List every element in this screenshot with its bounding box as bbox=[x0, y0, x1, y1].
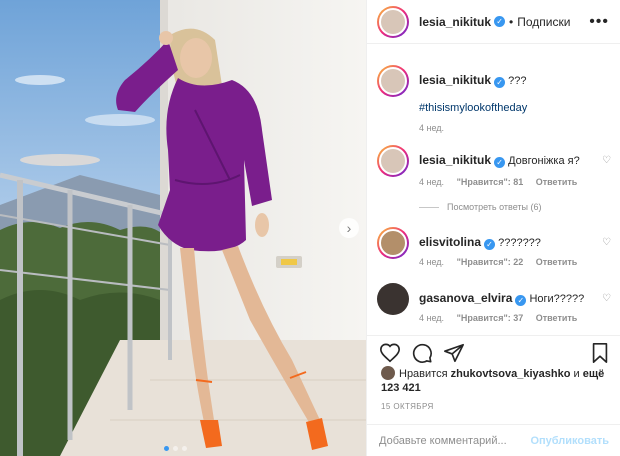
caption-hashtag[interactable]: #thisismylookoftheday bbox=[419, 101, 594, 116]
header-separator: • bbox=[509, 14, 514, 29]
liker-avatar bbox=[381, 366, 395, 380]
post-header: lesia_nikituk ✓ • Подписки ••• bbox=[367, 0, 620, 44]
publish-button[interactable]: Опубликовать bbox=[530, 435, 609, 447]
more-horizontal-icon[interactable]: ••• bbox=[589, 13, 609, 31]
verified-icon: ✓ bbox=[484, 239, 496, 250]
comment-time: 4 нед. bbox=[419, 257, 445, 267]
comment-avatar[interactable] bbox=[377, 145, 409, 177]
post-actions: Нравится zhukovtsova_kiyashko и ещё 123 … bbox=[367, 335, 620, 455]
reply-button[interactable]: Ответить bbox=[536, 177, 578, 187]
carousel-dot-active bbox=[164, 446, 169, 451]
comment-likes-count[interactable]: "Нравится": 22 bbox=[457, 257, 524, 267]
verified-icon: ✓ bbox=[515, 295, 527, 306]
carousel-dot bbox=[173, 446, 178, 451]
comment-likes-count[interactable]: "Нравится": 81 bbox=[457, 177, 524, 187]
comment-text: ??????? bbox=[498, 237, 541, 249]
caption-text: ??? bbox=[508, 75, 527, 87]
comment-username[interactable]: lesia_nikituk bbox=[419, 153, 491, 167]
comment-time: 4 нед. bbox=[419, 313, 445, 323]
comment-meta: 4 нед. "Нравится": 22 Ответить bbox=[419, 257, 587, 267]
verified-icon: ✓ bbox=[494, 157, 506, 168]
bookmark-icon[interactable] bbox=[589, 342, 611, 364]
likes-prefix: Нравится bbox=[399, 368, 448, 380]
comment-icon[interactable] bbox=[411, 342, 433, 364]
view-replies-button[interactable]: Посмотреть ответы (6) bbox=[419, 202, 542, 212]
comment-text: Ноги????? bbox=[529, 293, 585, 305]
comment-username[interactable]: gasanova_elvira bbox=[419, 291, 512, 305]
reply-button[interactable]: Ответить bbox=[536, 313, 578, 323]
comment-like-heart-icon[interactable]: ♡ bbox=[602, 237, 611, 248]
caption-avatar[interactable] bbox=[377, 65, 409, 97]
next-photo-chevron-right-icon[interactable]: › bbox=[339, 218, 359, 238]
comment-meta: 4 нед. "Нравится": 81 Ответить bbox=[419, 177, 587, 187]
likes-suffix: и bbox=[573, 368, 580, 380]
action-icons bbox=[379, 342, 465, 364]
author-avatar[interactable] bbox=[377, 5, 409, 38]
comment-input[interactable] bbox=[379, 434, 531, 447]
likes-summary[interactable]: Нравится zhukovtsova_kiyashko и ещё 123 … bbox=[381, 366, 611, 395]
comment-text: Довгоніжка я? bbox=[508, 155, 580, 167]
post-side-panel: lesia_nikituk ✓ • Подписки ••• lesia_nik… bbox=[366, 0, 620, 456]
comments-list: lesia_nikituk ✓ ??? #thisismylookoftheday… bbox=[367, 45, 620, 335]
replies-divider bbox=[419, 206, 439, 208]
photo-illustration bbox=[0, 0, 366, 456]
verified-icon: ✓ bbox=[494, 16, 506, 27]
share-icon[interactable] bbox=[443, 342, 465, 364]
comment-time: 4 нед. bbox=[419, 177, 445, 187]
caption-time: 4 нед. bbox=[419, 123, 445, 133]
instagram-post: › lesia_nikituk ✓ • Подписки ••• lesia_n bbox=[0, 0, 620, 456]
add-comment-bar: Опубликовать bbox=[367, 424, 620, 456]
post-date: 15 ОКТЯБРЯ bbox=[381, 402, 434, 411]
view-replies-label: Посмотреть ответы (6) bbox=[447, 202, 542, 212]
comment-avatar[interactable] bbox=[377, 283, 409, 315]
heart-icon[interactable] bbox=[379, 342, 401, 364]
post-photo[interactable]: › bbox=[0, 0, 366, 456]
comment-meta: 4 нед. "Нравится": 37 Ответить bbox=[419, 313, 587, 323]
comment-like-heart-icon[interactable]: ♡ bbox=[602, 293, 611, 304]
caption-meta: 4 нед. bbox=[419, 123, 454, 133]
comment-avatar[interactable] bbox=[377, 227, 409, 259]
comment-username[interactable]: elisvitolina bbox=[419, 235, 481, 249]
carousel-dot bbox=[182, 446, 187, 451]
carousel-dots bbox=[164, 446, 187, 451]
reply-button[interactable]: Ответить bbox=[536, 257, 578, 267]
caption-username[interactable]: lesia_nikituk bbox=[419, 73, 491, 87]
comment-like-heart-icon[interactable]: ♡ bbox=[602, 155, 611, 166]
comment-likes-count[interactable]: "Нравится": 37 bbox=[457, 313, 524, 323]
verified-icon: ✓ bbox=[494, 77, 506, 88]
liker-username[interactable]: zhukovtsova_kiyashko bbox=[451, 368, 571, 380]
following-button[interactable]: Подписки bbox=[517, 15, 570, 29]
author-username[interactable]: lesia_nikituk bbox=[419, 15, 491, 29]
